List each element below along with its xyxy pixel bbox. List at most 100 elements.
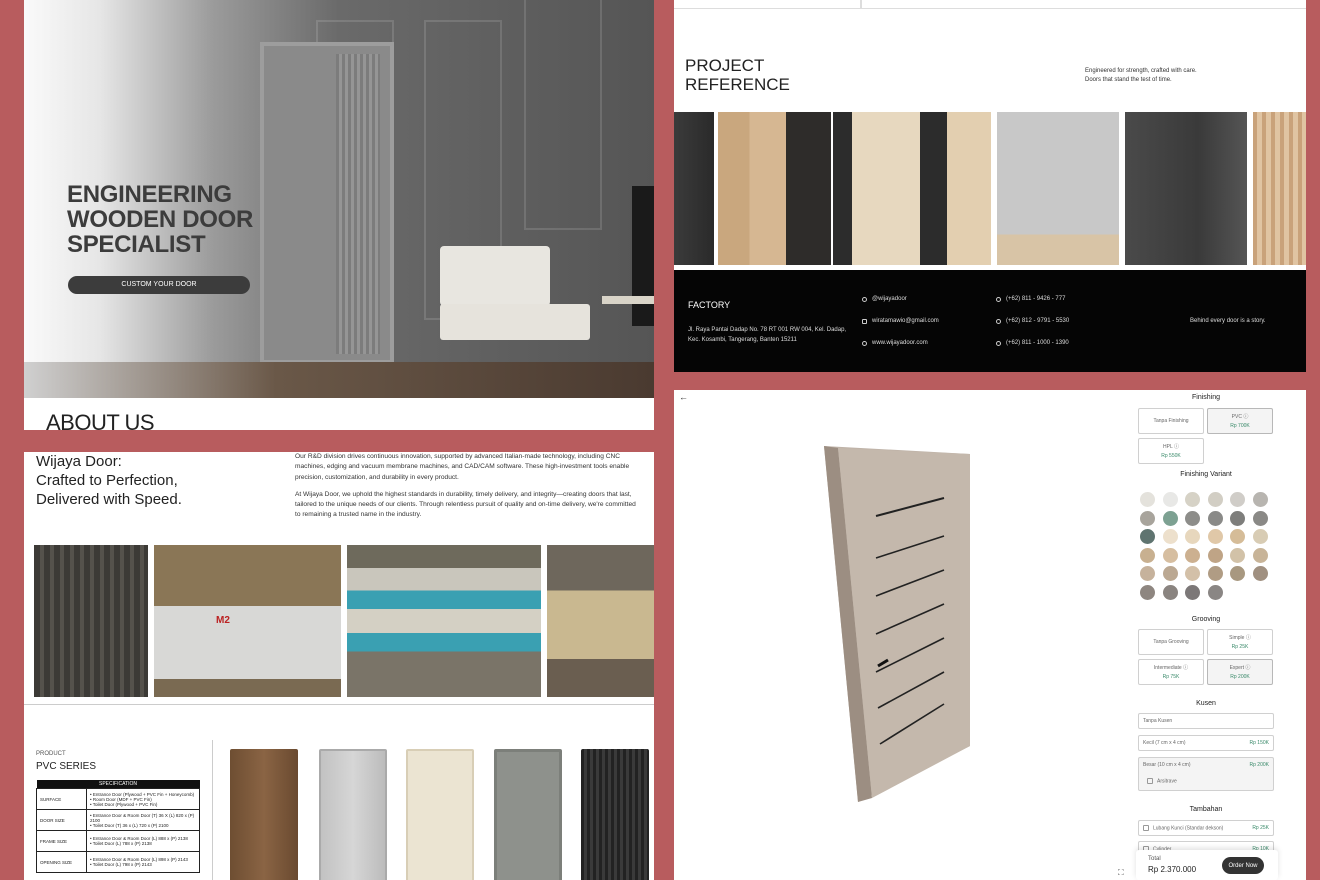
grooving-option-expert[interactable]: Expert ⓘ Rp 200K bbox=[1207, 659, 1273, 685]
color-swatch[interactable] bbox=[1140, 547, 1155, 563]
color-swatch[interactable] bbox=[1185, 492, 1200, 507]
color-swatch[interactable] bbox=[1207, 566, 1223, 581]
color-swatch[interactable] bbox=[1185, 584, 1200, 600]
option-name: Lubang Kunci (Standar dekson) bbox=[1153, 825, 1224, 832]
grooving-option-intermediate[interactable]: Intermediate ⓘ Rp 75K bbox=[1138, 659, 1204, 685]
color-swatch[interactable] bbox=[1230, 566, 1245, 581]
color-swatch[interactable] bbox=[1162, 529, 1178, 544]
finishing-title: Finishing bbox=[1191, 394, 1220, 401]
phone-link[interactable]: (+62) 812 - 9791 - 5530 bbox=[996, 318, 1069, 324]
spec-key: FRAME SIZE bbox=[36, 830, 87, 852]
website-link[interactable]: www.wijayadoor.com bbox=[862, 340, 928, 346]
color-swatch[interactable] bbox=[1207, 510, 1223, 526]
checkbox-icon bbox=[1143, 824, 1149, 831]
phone-text: (+62) 811 - 9426 - 777 bbox=[1006, 296, 1066, 302]
grooving-option-tanpa[interactable]: Tanpa Grooving bbox=[1138, 629, 1204, 655]
total-bar: Total Rp 2.370.000 Order Now bbox=[1136, 850, 1278, 880]
option-label: Besar (10 cm x 4 cm) bbox=[1143, 762, 1191, 768]
option-price: Rp 550K bbox=[1161, 453, 1181, 459]
grooving-title: Grooving bbox=[1191, 616, 1221, 623]
custom-door-button[interactable]: CUSTOM YOUR DOOR bbox=[68, 276, 250, 294]
color-swatch[interactable] bbox=[1140, 510, 1155, 526]
color-swatch[interactable] bbox=[1185, 510, 1200, 526]
grooving-option-simple[interactable]: Simple ⓘ Rp 25K bbox=[1207, 629, 1273, 655]
color-swatch[interactable] bbox=[1185, 529, 1200, 544]
order-now-button[interactable]: Order Now bbox=[1222, 857, 1264, 874]
color-swatch[interactable] bbox=[1162, 547, 1178, 563]
side-table-image bbox=[602, 296, 654, 304]
color-swatch[interactable] bbox=[1185, 547, 1200, 563]
option-name: PVC bbox=[1231, 414, 1242, 420]
option-label: Tanpa Finishing bbox=[1153, 418, 1189, 424]
factory-address: Jl. Raya Pantai Dadap No. 78 RT 001 RW 0… bbox=[688, 325, 846, 345]
machine-label: M2 bbox=[216, 615, 230, 626]
spec-key: OPENING SIZE bbox=[36, 851, 87, 873]
address-line: Jl. Raya Pantai Dadap No. 78 RT 001 RW 0… bbox=[688, 327, 847, 333]
product-label: PRODUCT bbox=[36, 751, 66, 757]
checkbox-icon bbox=[1147, 778, 1153, 784]
color-swatch[interactable] bbox=[1230, 492, 1245, 507]
site-footer: FACTORY Jl. Raya Pantai Dadap No. 78 RT … bbox=[674, 270, 1306, 372]
expand-icon[interactable]: ⛶ bbox=[1118, 868, 1124, 878]
project-panel: PROJECT REFERENCE Engineered for strengt… bbox=[674, 0, 1306, 372]
color-swatch[interactable] bbox=[1207, 529, 1223, 544]
option-label: PVC ⓘ bbox=[1232, 413, 1249, 420]
phone-text: (+62) 811 - 1000 - 1390 bbox=[1006, 340, 1069, 346]
instagram-handle: @wijayadoor bbox=[872, 296, 907, 302]
door-3d-preview[interactable] bbox=[824, 446, 974, 806]
hero-door-image bbox=[260, 42, 394, 364]
factory-label: FACTORY bbox=[688, 300, 731, 310]
finishing-option-tanpa[interactable]: Tanpa Finishing bbox=[1138, 408, 1204, 434]
color-swatch[interactable] bbox=[1252, 566, 1268, 581]
divider bbox=[212, 740, 213, 880]
color-swatch[interactable] bbox=[1140, 584, 1155, 600]
finishing-option-hpl[interactable]: HPL ⓘ Rp 550K bbox=[1138, 438, 1204, 464]
project-tagline: Engineered for strength, crafted with ca… bbox=[1085, 67, 1197, 85]
color-swatch[interactable] bbox=[1230, 510, 1245, 526]
color-swatch[interactable] bbox=[1252, 510, 1268, 526]
color-swatch[interactable] bbox=[1162, 510, 1178, 526]
option-price: Rp 200K bbox=[1249, 762, 1269, 768]
color-swatch[interactable] bbox=[1140, 492, 1155, 507]
color-swatch[interactable] bbox=[1140, 529, 1155, 544]
chair-seat-image bbox=[440, 304, 590, 340]
color-swatch[interactable] bbox=[1207, 547, 1223, 563]
phone-link[interactable]: (+62) 811 - 1000 - 1390 bbox=[996, 340, 1069, 346]
option-label: Intermediate ⓘ bbox=[1154, 664, 1188, 671]
kusen-option-tanpa[interactable]: Tanpa Kusen bbox=[1138, 713, 1274, 729]
color-swatch[interactable] bbox=[1207, 492, 1223, 507]
color-swatch[interactable] bbox=[1162, 566, 1178, 581]
instagram-link[interactable]: @wijayadoor bbox=[862, 296, 907, 302]
kusen-option-kecil[interactable]: Kecil (7 cm x 4 cm) Rp 150K bbox=[1138, 735, 1274, 751]
kusen-option-besar[interactable]: Besar (10 cm x 4 cm) Rp 200K Arsitrave bbox=[1138, 757, 1274, 791]
phone-link[interactable]: (+62) 811 - 9426 - 777 bbox=[996, 296, 1065, 302]
color-swatch[interactable] bbox=[1185, 566, 1200, 581]
color-swatch[interactable] bbox=[1140, 566, 1155, 581]
website-text: www.wijayadoor.com bbox=[872, 340, 928, 346]
arsitrave-checkbox[interactable]: Arsitrave bbox=[1147, 778, 1177, 784]
color-swatch[interactable] bbox=[1230, 529, 1245, 544]
spec-value: • Entrance Door (Plywood + PVC Fin + Hon… bbox=[86, 788, 200, 810]
email-link[interactable]: wiratamawio@gmail.com bbox=[862, 318, 939, 324]
phone-text: (+62) 812 - 9791 - 5530 bbox=[1006, 318, 1070, 324]
factory-heading: Wijaya Door: Crafted to Perfection, Deli… bbox=[36, 453, 182, 508]
option-label: Kecil (7 cm x 4 cm) bbox=[1143, 740, 1186, 746]
color-swatch[interactable] bbox=[1207, 584, 1223, 600]
color-swatch[interactable] bbox=[1252, 547, 1268, 563]
color-swatch[interactable] bbox=[1252, 529, 1268, 544]
product-door-image bbox=[319, 749, 387, 880]
tambahan-option-lubang-kunci[interactable]: Lubang Kunci (Standar dekson) Rp 25K bbox=[1138, 820, 1274, 836]
finishing-option-pvc[interactable]: PVC ⓘ Rp 700K bbox=[1207, 408, 1273, 434]
total-label: Total bbox=[1148, 856, 1161, 862]
color-swatch[interactable] bbox=[1162, 584, 1178, 600]
info-icon: ⓘ bbox=[1183, 665, 1189, 671]
color-swatch[interactable] bbox=[1162, 492, 1178, 507]
info-icon: ⓘ bbox=[1245, 635, 1251, 641]
color-swatch[interactable] bbox=[1230, 547, 1245, 563]
color-swatch[interactable] bbox=[1252, 492, 1268, 507]
variant-title: Finishing Variant bbox=[1180, 471, 1232, 478]
email-text: wiratamawio@gmail.com bbox=[872, 318, 939, 324]
arrow-left-icon[interactable]: ← bbox=[679, 392, 688, 402]
reference-image bbox=[997, 112, 1119, 265]
about-heading: ABOUT US bbox=[46, 410, 155, 430]
